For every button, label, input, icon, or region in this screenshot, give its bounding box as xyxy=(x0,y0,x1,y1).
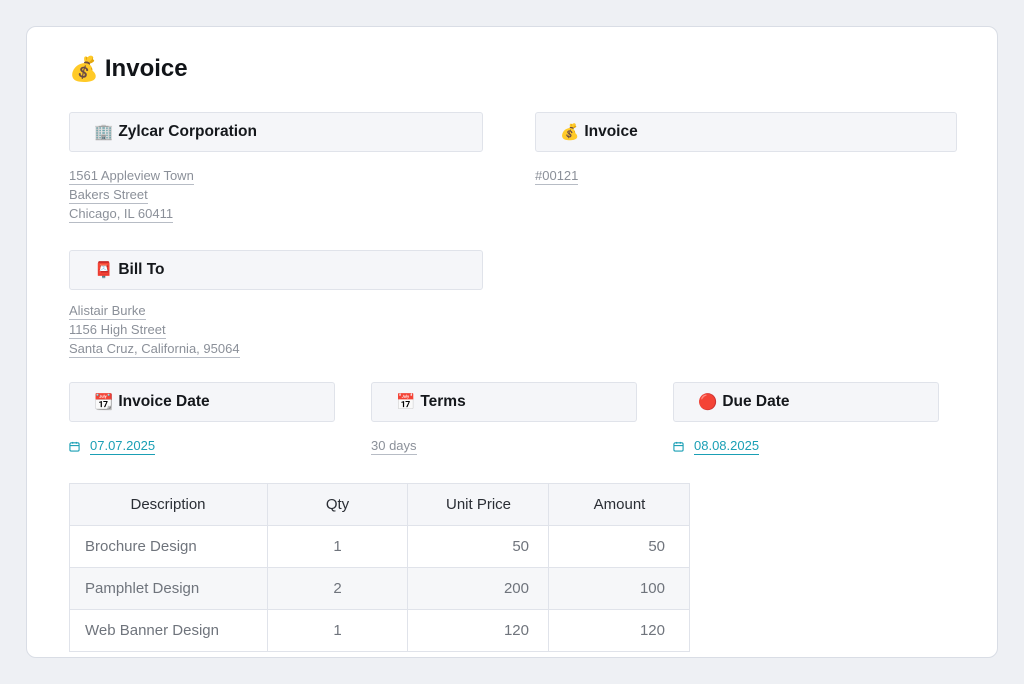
calendar-icon: 📅 xyxy=(396,393,416,411)
due-date-header: 🔴 Due Date xyxy=(673,382,939,422)
column-header-amount[interactable]: Amount xyxy=(548,483,690,526)
cell-unit-price[interactable]: 120 xyxy=(407,609,549,652)
bill-to-line-3[interactable]: Santa Cruz, California, 95064 xyxy=(69,341,240,358)
calendar-icon xyxy=(673,441,684,452)
invoice-date-header: 📆 Invoice Date xyxy=(69,382,335,422)
cell-amount[interactable]: 120 xyxy=(548,609,690,652)
terms-value[interactable]: 30 days xyxy=(371,438,417,455)
terms-label[interactable]: Terms xyxy=(420,393,465,411)
page-title: 💰 Invoice xyxy=(69,55,188,83)
cell-qty[interactable]: 2 xyxy=(267,567,408,610)
company-address: 1561 Appleview Town Bakers Street Chicag… xyxy=(69,168,194,225)
company-name[interactable]: Zylcar Corporation xyxy=(118,123,257,141)
page-title-text: Invoice xyxy=(104,55,188,82)
column-header-description[interactable]: Description xyxy=(69,483,268,526)
cell-unit-price[interactable]: 200 xyxy=(407,567,549,610)
company-address-line-2[interactable]: Bakers Street xyxy=(69,187,148,204)
cell-amount[interactable]: 50 xyxy=(548,525,690,568)
calendar-icon xyxy=(69,441,80,452)
money-bag-icon: 💰 xyxy=(69,55,99,83)
cell-description[interactable]: Pamphlet Design xyxy=(69,567,268,610)
invoice-date-field[interactable]: 07.07.2025 xyxy=(69,438,156,455)
cell-description[interactable]: Web Banner Design xyxy=(69,609,268,652)
bill-to-line-1[interactable]: Alistair Burke xyxy=(69,303,146,320)
company-header: 🏢 Zylcar Corporation xyxy=(69,112,483,152)
table-row: Pamphlet Design 2 200 100 xyxy=(69,567,690,610)
bill-to-label[interactable]: Bill To xyxy=(118,261,164,279)
invoice-card: 💰 Invoice 🏢 Zylcar Corporation 1561 Appl… xyxy=(26,26,998,658)
postbox-icon: 📮 xyxy=(94,261,114,279)
cell-qty[interactable]: 1 xyxy=(267,525,408,568)
bill-to-header: 📮 Bill To xyxy=(69,250,483,290)
cell-amount[interactable]: 100 xyxy=(548,567,690,610)
red-circle-icon: 🔴 xyxy=(698,393,718,411)
office-building-icon: 🏢 xyxy=(94,123,114,141)
company-address-line-1[interactable]: 1561 Appleview Town xyxy=(69,168,194,185)
due-date-label[interactable]: Due Date xyxy=(722,393,789,411)
money-bag-icon: 💰 xyxy=(560,123,580,141)
terms-header: 📅 Terms xyxy=(371,382,637,422)
invoice-number-label[interactable]: Invoice xyxy=(584,123,637,141)
line-items-table: Description Qty Unit Price Amount Brochu… xyxy=(69,483,690,652)
due-date-field[interactable]: 08.08.2025 xyxy=(673,438,760,455)
invoice-date-value[interactable]: 07.07.2025 xyxy=(90,438,156,455)
cell-qty[interactable]: 1 xyxy=(267,609,408,652)
cell-description[interactable]: Brochure Design xyxy=(69,525,268,568)
column-header-qty[interactable]: Qty xyxy=(267,483,408,526)
cell-unit-price[interactable]: 50 xyxy=(407,525,549,568)
invoice-number: #00121 xyxy=(535,168,579,187)
column-header-unit-price[interactable]: Unit Price xyxy=(407,483,549,526)
table-row: Web Banner Design 1 120 120 xyxy=(69,609,690,652)
invoice-number-header: 💰 Invoice xyxy=(535,112,957,152)
table-row: Brochure Design 1 50 50 xyxy=(69,525,690,568)
company-address-line-3[interactable]: Chicago, IL 60411 xyxy=(69,206,174,223)
bill-to-line-2[interactable]: 1156 High Street xyxy=(69,322,166,339)
table-header-row: Description Qty Unit Price Amount xyxy=(69,483,690,526)
bill-to-address: Alistair Burke 1156 High Street Santa Cr… xyxy=(69,303,240,360)
invoice-number-value[interactable]: #00121 xyxy=(535,168,579,185)
calendar-icon: 📆 xyxy=(94,393,114,411)
invoice-date-label[interactable]: Invoice Date xyxy=(118,393,209,411)
due-date-value[interactable]: 08.08.2025 xyxy=(694,438,760,455)
